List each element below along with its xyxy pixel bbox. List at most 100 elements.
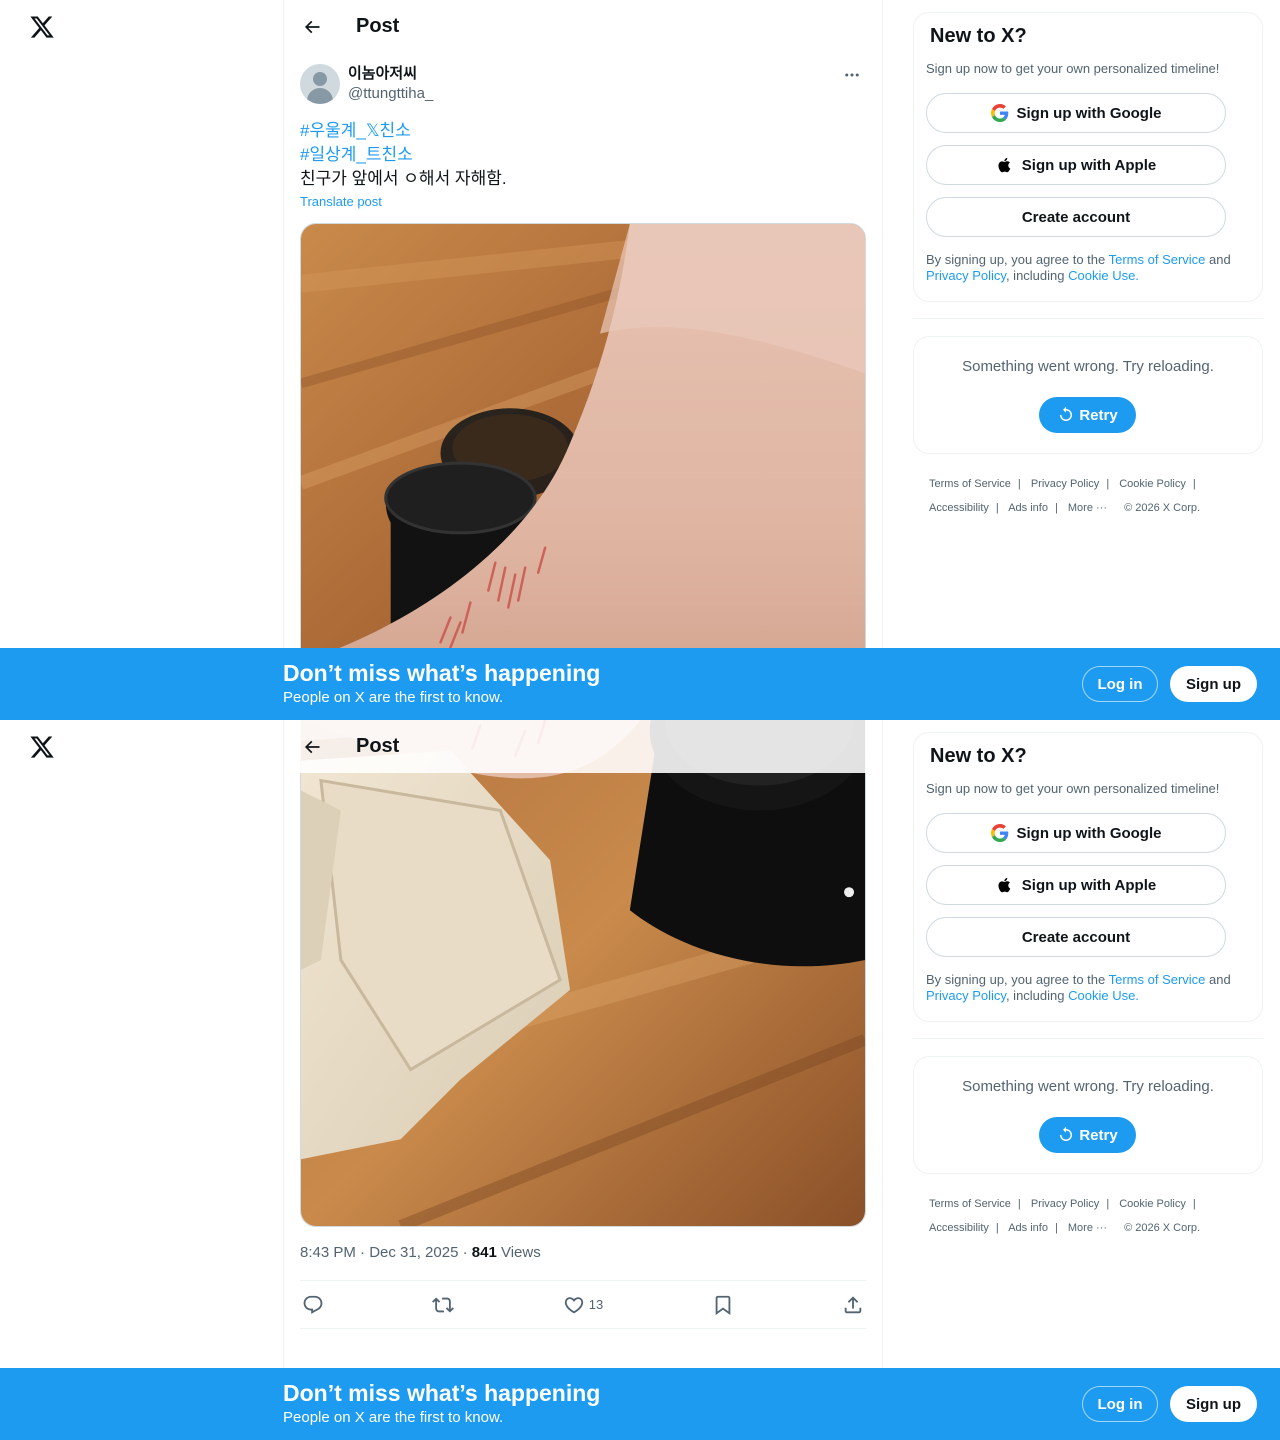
signup-button[interactable]: Sign up <box>1170 666 1257 702</box>
banner-title: Don’t miss what’s happening <box>283 1380 601 1406</box>
cookie-use-link[interactable]: Cookie Use. <box>1068 988 1139 1003</box>
footer-links: Terms of Service | Privacy Policy | Cookie… <box>929 478 1201 514</box>
terms-of-service-link[interactable]: Terms of Service <box>1109 252 1206 267</box>
footer-ads-link[interactable]: Ads info <box>1008 502 1048 514</box>
x-logo-icon[interactable] <box>29 14 55 40</box>
hashtag-link[interactable]: #일상계_트친소 <box>300 143 866 167</box>
apple-signup-label: Sign up with Apple <box>1021 156 1157 174</box>
view-count: 841 <box>471 1244 497 1261</box>
bookmark-icon <box>715 1295 730 1315</box>
retry-button[interactable]: Retry <box>1039 397 1136 433</box>
login-button[interactable]: Log in <box>1082 1386 1158 1422</box>
refresh-icon <box>1060 1126 1073 1141</box>
signup-card-subtitle: Sign up now to get your own personalized… <box>926 781 1220 796</box>
repost-icon <box>432 1297 455 1312</box>
signup-card: New to X? Sign up now to get your own pe… <box>913 732 1263 1022</box>
footer-cookie-link[interactable]: Cookie Policy <box>1119 1198 1186 1210</box>
google-signup-button[interactable]: Sign up with Google <box>926 93 1226 133</box>
error-card: Something went wrong. Try reloading. Ret… <box>913 336 1263 454</box>
error-message: Something went wrong. Try reloading. <box>962 358 1214 375</box>
create-account-button[interactable]: Create account <box>926 917 1226 957</box>
apple-signup-button[interactable]: Sign up with Apple <box>926 145 1226 185</box>
hashtag-link[interactable]: #우울계_𝕏친소 <box>300 119 866 143</box>
retry-label: Retry <box>1079 406 1118 424</box>
footer-accessibility-link[interactable]: Accessibility <box>929 502 989 514</box>
apple-icon <box>996 156 1014 174</box>
translate-post-link[interactable]: Translate post <box>300 194 382 209</box>
back-arrow-icon[interactable] <box>296 11 328 43</box>
terms-of-service-link[interactable]: Terms of Service <box>1109 972 1206 987</box>
post-meta: 8:43 PM · Dec 31, 2025 · 841 Views <box>300 1244 541 1261</box>
signup-button[interactable]: Sign up <box>1170 1386 1257 1422</box>
share-button[interactable] <box>842 1294 864 1316</box>
footer-terms-link[interactable]: Terms of Service <box>929 1198 1011 1210</box>
error-message: Something went wrong. Try reloading. <box>962 1078 1214 1095</box>
footer-ads-link[interactable]: Ads info <box>1008 1222 1048 1234</box>
footer-terms-link[interactable]: Terms of Service <box>929 478 1011 490</box>
footer-more-link[interactable]: More ··· <box>1068 502 1107 514</box>
google-icon <box>990 104 1009 122</box>
footer-copyright: © 2026 X Corp. <box>1124 1222 1201 1234</box>
signup-card-title: New to X? <box>930 745 1027 767</box>
post-author: 이놈아저씨 @ttungttiha_ <box>300 64 866 104</box>
privacy-policy-link[interactable]: Privacy Policy <box>926 988 1006 1003</box>
sidebar-divider <box>913 318 1263 319</box>
display-name[interactable]: 이놈아저씨 <box>348 64 433 84</box>
footer-links: Terms of Service | Privacy Policy | Cookie… <box>929 1198 1201 1234</box>
post-header: Post <box>284 720 882 773</box>
banner-title: Don’t miss what’s happening <box>283 660 601 686</box>
like-button[interactable]: 13 <box>563 1294 603 1316</box>
apple-signup-label: Sign up with Apple <box>1021 876 1157 894</box>
google-signup-label: Sign up with Google <box>1016 824 1162 842</box>
post-header: Post <box>284 0 882 53</box>
post-image[interactable] <box>300 223 866 720</box>
create-account-button[interactable]: Create account <box>926 197 1226 237</box>
post-image[interactable] <box>300 720 866 1227</box>
retry-button[interactable]: Retry <box>1039 1117 1136 1153</box>
post-actions: 13 <box>300 1280 866 1329</box>
user-handle[interactable]: @ttungttiha_ <box>348 84 433 104</box>
heart-icon <box>564 1296 583 1313</box>
google-icon <box>990 824 1009 842</box>
login-banner: Don’t miss what’s happening People on X … <box>0 648 1280 720</box>
avatar[interactable] <box>300 64 340 104</box>
signup-terms: By signing up, you agree to the Terms of… <box>926 252 1231 283</box>
x-logo-icon[interactable] <box>29 734 55 760</box>
bookmark-button[interactable] <box>712 1294 734 1316</box>
repost-button[interactable] <box>432 1294 455 1316</box>
more-options-icon[interactable] <box>838 64 866 86</box>
page-title: Post <box>356 15 400 37</box>
google-signup-button[interactable]: Sign up with Google <box>926 813 1226 853</box>
share-icon <box>844 1295 862 1313</box>
viewport-top: Post 이놈아저씨 @ttungttiha_ #우울계_𝕏친소 #일상계_트친… <box>0 0 1280 720</box>
main-column: Post 8:43 PM · Dec 31, 2025 · 841 Views … <box>283 720 883 1440</box>
signup-card-subtitle: Sign up now to get your own personalized… <box>926 61 1220 76</box>
views-label: Views <box>496 1244 541 1261</box>
post-timestamp[interactable]: 8:43 PM · Dec 31, 2025 · <box>300 1244 472 1261</box>
footer-copyright: © 2026 X Corp. <box>1124 502 1201 514</box>
footer-privacy-link[interactable]: Privacy Policy <box>1031 478 1099 490</box>
signup-card-title: New to X? <box>930 25 1027 47</box>
reply-button[interactable] <box>302 1294 324 1316</box>
reply-icon <box>303 1295 323 1314</box>
footer-accessibility-link[interactable]: Accessibility <box>929 1222 989 1234</box>
footer-privacy-link[interactable]: Privacy Policy <box>1031 1198 1099 1210</box>
back-arrow-icon[interactable] <box>296 731 328 763</box>
banner-subtitle: People on X are the first to know. <box>283 1409 504 1426</box>
post-text: #우울계_𝕏친소 #일상계_트친소 친구가 앞에서 ㅇ해서 자해함. <box>300 119 866 191</box>
footer-more-link[interactable]: More ··· <box>1068 1222 1107 1234</box>
privacy-policy-link[interactable]: Privacy Policy <box>926 268 1006 283</box>
main-column: Post 이놈아저씨 @ttungttiha_ #우울계_𝕏친소 #일상계_트친… <box>283 0 883 720</box>
cookie-use-link[interactable]: Cookie Use. <box>1068 268 1139 283</box>
sidebar-divider <box>913 1038 1263 1039</box>
retry-label: Retry <box>1079 1126 1118 1144</box>
footer-cookie-link[interactable]: Cookie Policy <box>1119 478 1186 490</box>
post-body-text: 친구가 앞에서 ㅇ해서 자해함. <box>300 169 507 188</box>
login-button[interactable]: Log in <box>1082 666 1158 702</box>
page-title: Post <box>356 735 400 757</box>
viewport-bottom: Post 8:43 PM · Dec 31, 2025 · 841 Views … <box>0 720 1280 1440</box>
apple-signup-button[interactable]: Sign up with Apple <box>926 865 1226 905</box>
google-signup-label: Sign up with Google <box>1016 104 1162 122</box>
apple-icon <box>996 876 1014 894</box>
error-card: Something went wrong. Try reloading. Ret… <box>913 1056 1263 1174</box>
